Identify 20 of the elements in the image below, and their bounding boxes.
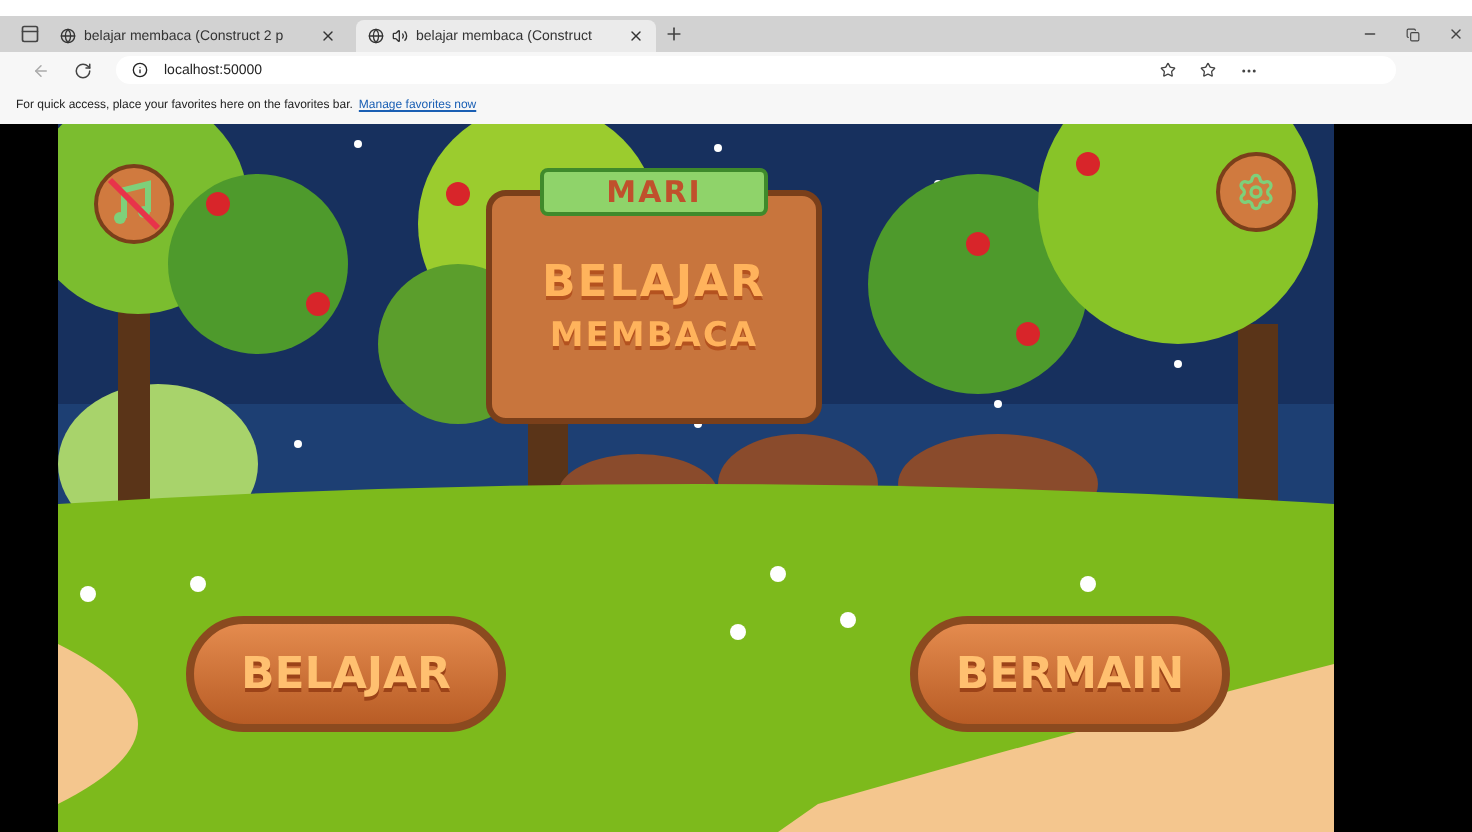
info-icon: [132, 62, 148, 78]
new-tab-button[interactable]: [664, 24, 684, 44]
refresh-button[interactable]: [74, 61, 92, 79]
site-icon: [368, 28, 384, 44]
close-button[interactable]: [1448, 26, 1464, 42]
title-text: BELAJAR: [542, 258, 766, 308]
music-note-icon: [104, 174, 164, 234]
restore-icon: [1406, 27, 1420, 41]
speaker-icon: [392, 28, 408, 44]
subtitle-text: MEMBACA: [549, 316, 759, 356]
settings-icon: [1236, 172, 1276, 212]
site-icon: [60, 28, 76, 44]
close-icon[interactable]: [320, 28, 336, 44]
title-ribbon: MARI: [540, 168, 768, 216]
restore-button[interactable]: [1406, 27, 1420, 41]
tab-actions-icon[interactable]: [20, 24, 40, 44]
favorite-star-icon[interactable]: [1160, 62, 1176, 78]
favorites-icon[interactable]: [1200, 62, 1216, 78]
close-icon: [1448, 26, 1464, 42]
close-icon[interactable]: [628, 28, 644, 44]
